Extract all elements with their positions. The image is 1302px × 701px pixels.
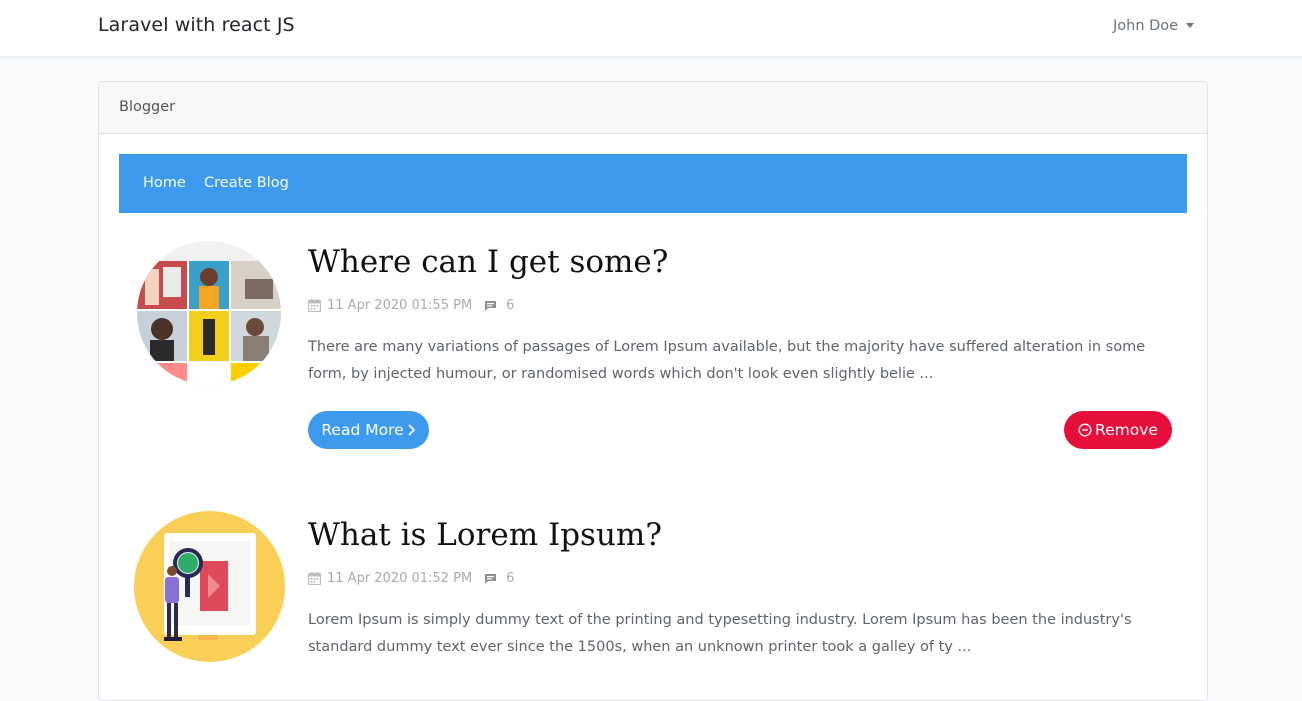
subnav-home-link[interactable]: Home: [143, 175, 186, 191]
calendar-icon: [308, 299, 321, 312]
post-date: 11 Apr 2020 01:52 PM: [327, 571, 473, 586]
blog-subnav: Home Create Blog: [119, 154, 1187, 213]
minus-circle-icon: [1078, 423, 1092, 437]
post-thumbnail[interactable]: [137, 241, 281, 385]
post-meta: 11 Apr 2020 01:55 PM 6: [308, 298, 514, 313]
remove-button[interactable]: Remove: [1064, 411, 1172, 449]
post-excerpt: There are many variations of passages of…: [308, 334, 1178, 388]
comment-count: 6: [506, 571, 515, 586]
caret-down-icon: [1186, 22, 1195, 28]
read-more-label: Read More: [321, 421, 404, 439]
card-header: Blogger: [99, 82, 1207, 134]
post-date: 11 Apr 2020 01:55 PM: [327, 298, 473, 313]
illustration-image: [134, 511, 285, 662]
post-thumbnail[interactable]: [134, 511, 285, 662]
user-dropdown[interactable]: John Doe: [1113, 18, 1195, 34]
post-title[interactable]: Where can I get some?: [308, 244, 668, 280]
comment-icon: [485, 300, 497, 311]
blogger-card: Blogger Home Create Blog Where can I get…: [98, 81, 1208, 701]
card-header-title: Blogger: [119, 99, 176, 115]
comment-icon: [485, 573, 497, 584]
post-excerpt: Lorem Ipsum is simply dummy text of the …: [308, 607, 1178, 661]
read-more-button[interactable]: Read More: [308, 411, 429, 449]
top-navbar: Laravel with react JS John Doe: [0, 0, 1302, 57]
excerpt-line: form, by injected humour, or randomised …: [308, 366, 934, 382]
post-title[interactable]: What is Lorem Ipsum?: [308, 517, 662, 553]
post-meta: 11 Apr 2020 01:52 PM 6: [308, 571, 514, 586]
navbar-brand[interactable]: Laravel with react JS: [98, 14, 295, 36]
excerpt-line: standard dummy text ever since the 1500s…: [308, 639, 972, 655]
collage-image: [137, 241, 281, 385]
calendar-icon: [308, 572, 321, 585]
excerpt-line: There are many variations of passages of…: [308, 339, 1146, 355]
subnav-create-blog-link[interactable]: Create Blog: [204, 175, 289, 191]
remove-label: Remove: [1095, 421, 1158, 439]
user-name: John Doe: [1113, 18, 1179, 34]
comment-count: 6: [506, 298, 515, 313]
excerpt-line: Lorem Ipsum is simply dummy text of the …: [308, 612, 1132, 628]
chevron-right-icon: [408, 424, 415, 436]
